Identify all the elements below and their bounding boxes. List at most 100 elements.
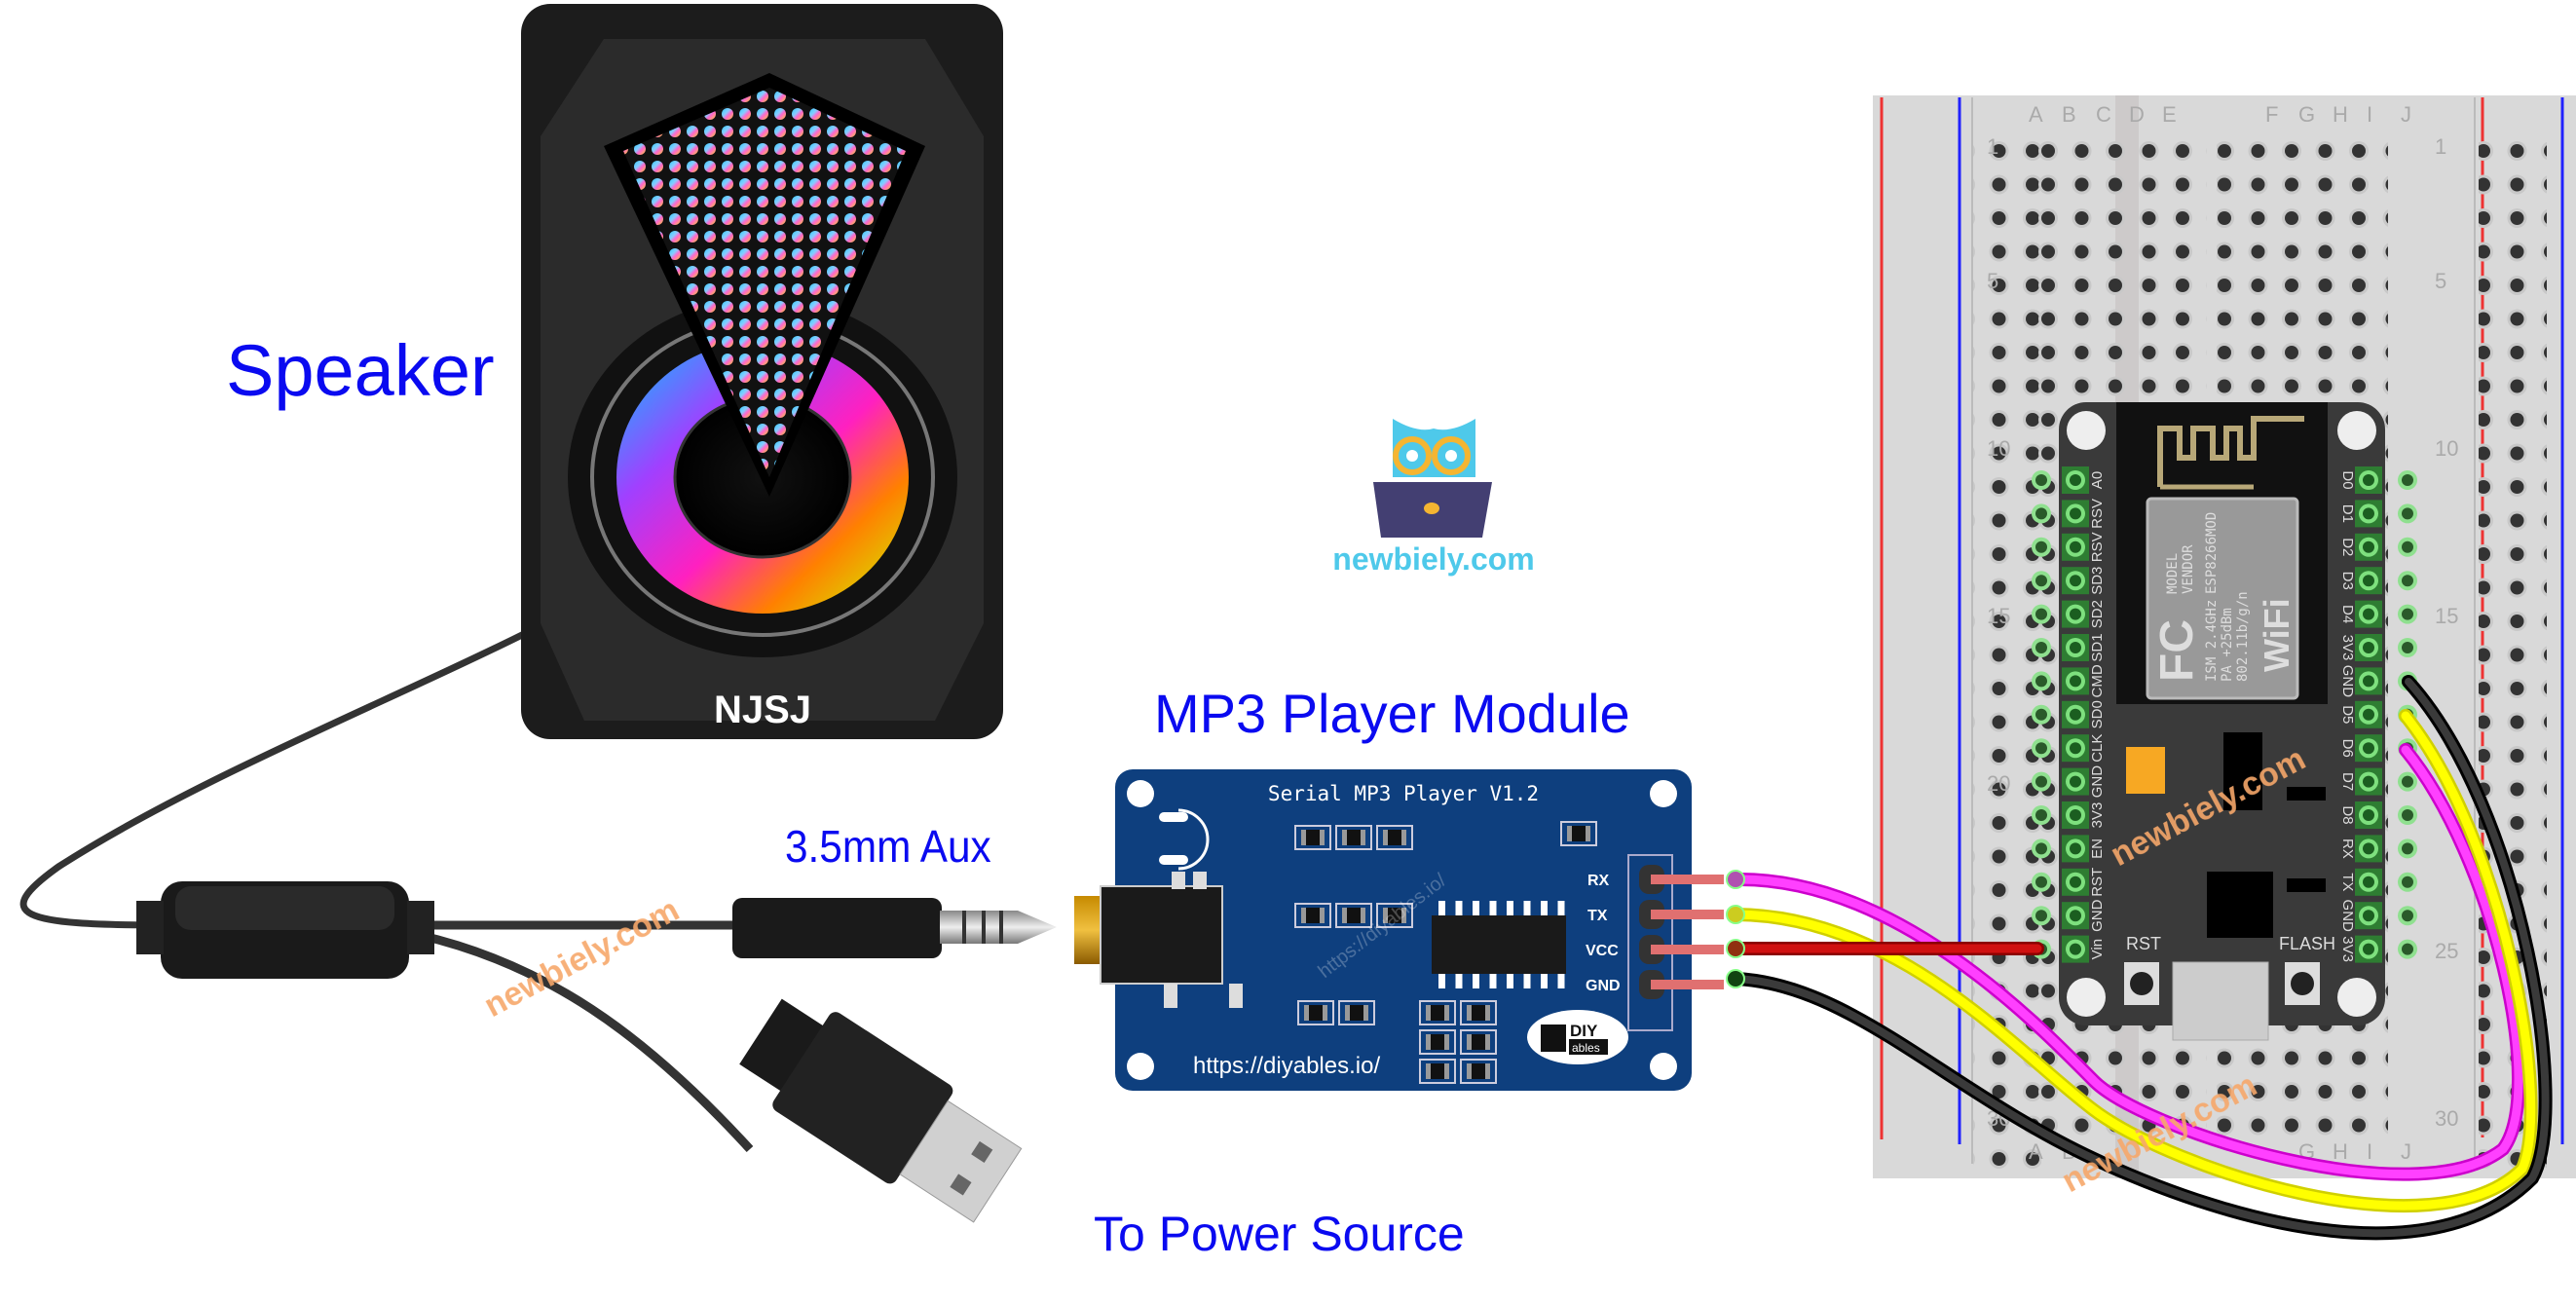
svg-text:DIY: DIY (1570, 1022, 1598, 1040)
newbiely-logo: newbiely.com (1332, 419, 1535, 577)
mp3-board-url: https://diyables.io/ (1193, 1053, 1380, 1079)
j3y-transistor (2287, 878, 2326, 892)
row-label: 5 (1987, 269, 1998, 293)
ic-pin (1557, 901, 1565, 915)
col-label: J (2401, 1139, 2411, 1164)
ic-pin (1523, 901, 1531, 915)
wiring-diagram: A B C D E F G H I J A B G H I J 1 5 10 1… (19, 4, 2576, 1241)
svg-text:ables: ables (1572, 1041, 1600, 1055)
pin-tx (1651, 910, 1724, 919)
esp-pin-label: CLK (2089, 734, 2106, 763)
esp-pin-label: RSV (2089, 532, 2106, 562)
col-label: A (2029, 1139, 2043, 1164)
esp-pin-label: A0 (2089, 471, 2106, 489)
ic-pin (1455, 974, 1463, 988)
col-label: C (2096, 102, 2111, 127)
col-label: G (2298, 102, 2315, 127)
pin-label-gnd: GND (1586, 978, 1621, 994)
esp-pin-label: D5 (2339, 705, 2356, 724)
mount-hole (2067, 978, 2106, 1017)
ic-pin (1473, 901, 1479, 915)
flash-label: FLASH (2279, 934, 2335, 953)
col-label: A (2029, 102, 2043, 127)
esp-pin-label: D0 (2339, 470, 2356, 489)
esp-pin-label: GND (2089, 899, 2106, 932)
esp-pin-label: RST (2089, 868, 2106, 897)
ic-pin (1489, 901, 1497, 915)
esp8266-nodemcu-board: FC MODEL VENDOR ISM 2.4GHz PA +25dBm 802… (2032, 402, 2417, 1041)
mount-hole (2337, 978, 2376, 1017)
j3y-transistor (2287, 787, 2326, 801)
esp-pin-label: D8 (2339, 805, 2356, 824)
svg-text:ESP8266MOD: ESP8266MOD (2204, 512, 2220, 594)
esp-pin-label: RSV (2089, 499, 2106, 529)
row-label: 30 (2435, 1106, 2458, 1131)
power-source-label: To Power Source (1094, 1207, 1465, 1261)
ic-pin (1507, 974, 1513, 988)
rst-label: RST (2126, 934, 2161, 953)
ic-pin (1473, 974, 1479, 988)
row-label: 15 (2435, 604, 2458, 628)
col-label: D (2129, 102, 2145, 127)
pin-vcc (1651, 945, 1724, 954)
pin-label-rx: RX (1587, 873, 1610, 889)
col-label: J (2401, 102, 2411, 127)
esp-pin-label: RX (2339, 838, 2356, 859)
row-label: 1 (2435, 134, 2446, 159)
diyables-logo: DIY ables (1527, 1010, 1628, 1064)
mount-hole (1127, 780, 1154, 807)
mount-hole (1127, 1053, 1154, 1080)
mp3-module-label: MP3 Player Module (1154, 683, 1630, 744)
esp-pin-label: D2 (2339, 538, 2356, 556)
mount-hole (2337, 411, 2376, 450)
col-label: B (2062, 102, 2076, 127)
col-label: H (2333, 1139, 2348, 1164)
aux-tip (940, 911, 1018, 944)
col-label: F (2265, 102, 2278, 127)
ic-pin (1523, 974, 1531, 988)
esp-pin-label: CMD (2089, 664, 2106, 697)
esp-pin-label: SD0 (2089, 700, 2106, 728)
row-label: 20 (1987, 771, 2010, 796)
pin-label-tx: TX (1587, 908, 1608, 924)
svg-text:802.11b/g/n: 802.11b/g/n (2235, 591, 2251, 682)
mp3-decoder-ic (1432, 915, 1566, 974)
esp-pin-label: 3V3 (2339, 635, 2356, 661)
logo-text: newbiely.com (1332, 541, 1534, 577)
esp-pin-label: EN (2089, 838, 2106, 859)
esp-pin-label: SD2 (2089, 600, 2106, 628)
mp3-board-title: Serial MP3 Player V1.2 (1268, 782, 1539, 805)
esp-pin-label: SD1 (2089, 633, 2106, 661)
ic-pin (1507, 901, 1513, 915)
esp-pin-label: D7 (2339, 772, 2356, 791)
esp-pin-label: GND (2339, 665, 2356, 698)
ic-pin (1438, 901, 1445, 915)
row-label: 25 (2435, 939, 2458, 963)
esp-pin-label: Vin (2089, 939, 2106, 959)
esp-pin-label: 3V3 (2339, 936, 2356, 962)
esp-pin-label: TX (2339, 873, 2356, 891)
esp-pin-label: SD3 (2089, 567, 2106, 595)
row-label: 10 (1987, 436, 2010, 461)
svg-text:ISM 2.4GHz: ISM 2.4GHz (2204, 600, 2220, 682)
ic-pin (1557, 974, 1565, 988)
mount-hole (2067, 411, 2106, 450)
ic-pin (1489, 974, 1497, 988)
ic-pin (1541, 974, 1548, 988)
svg-text:VENDOR: VENDOR (2181, 544, 2196, 594)
speaker-label: Speaker (226, 330, 495, 411)
svg-text:PA +25dBm: PA +25dBm (2220, 608, 2235, 682)
cp2102-chip (2207, 872, 2273, 938)
ic-pin (1541, 901, 1548, 915)
esp-pin-label: D1 (2339, 504, 2356, 523)
esp-pin-label: D4 (2339, 605, 2356, 623)
esp-pin-label: GND (2089, 765, 2106, 799)
row-label: 5 (2435, 269, 2446, 293)
fcc-logo: FC (2151, 619, 2203, 682)
speaker-brand: NJSJ (714, 689, 811, 731)
ic-pin (1438, 974, 1445, 988)
wifi-logo: WiFi (2257, 598, 2296, 672)
tantalum-capacitor (2126, 747, 2165, 794)
audio-jack (1100, 885, 1223, 985)
usb-plug (739, 998, 1023, 1223)
